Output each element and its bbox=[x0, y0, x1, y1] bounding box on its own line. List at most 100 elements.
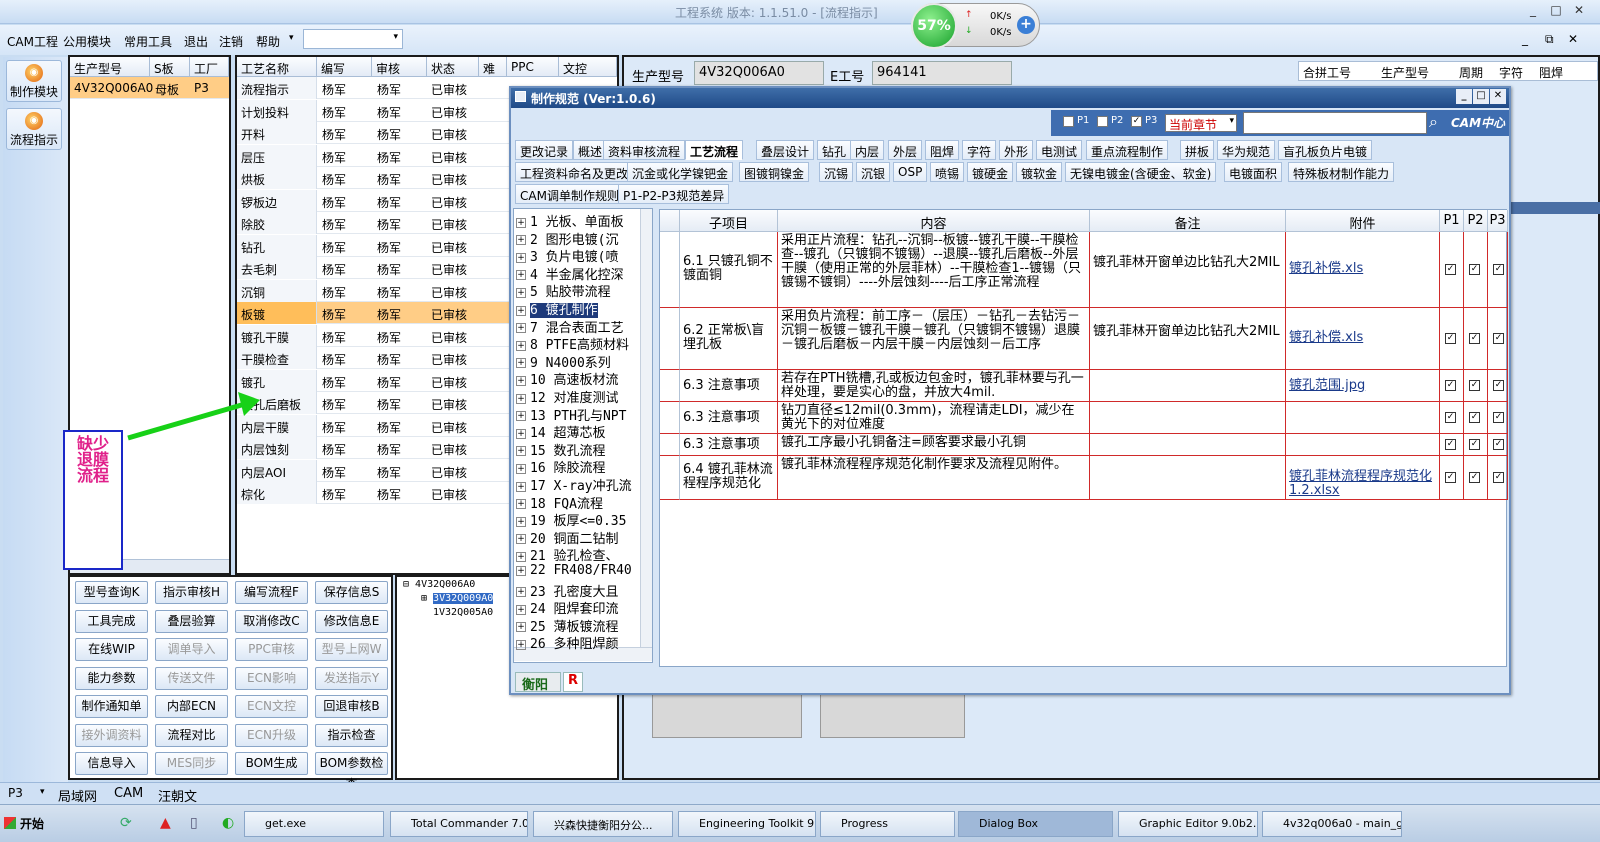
tab[interactable]: 资料审核流程 bbox=[603, 140, 686, 160]
tree-item[interactable]: +4 半金属化控深 bbox=[516, 264, 624, 283]
action-button[interactable]: ECN升级 bbox=[235, 723, 308, 747]
minimize-button[interactable]: _ bbox=[1522, 3, 1544, 20]
maximize-button[interactable]: □ bbox=[1545, 3, 1567, 20]
grid-check-cell[interactable]: ✓ bbox=[1440, 232, 1464, 308]
expand-icon[interactable]: + bbox=[516, 446, 526, 457]
tab[interactable]: 沉银 bbox=[856, 162, 891, 182]
tree-item[interactable]: +23 孔密度大且 bbox=[516, 581, 618, 600]
tree-item[interactable]: +10 高速板材流 bbox=[516, 369, 618, 388]
col-doc[interactable]: 文控 bbox=[559, 57, 617, 77]
menu-exit[interactable]: 退出 bbox=[184, 33, 208, 50]
action-button[interactable]: 工具完成 bbox=[75, 609, 148, 633]
tab[interactable]: P1-P2-P3规范差异 bbox=[618, 184, 730, 204]
plus-icon[interactable]: + bbox=[1017, 16, 1035, 34]
tree-node[interactable]: 1V32Q005A0 bbox=[433, 607, 493, 618]
tab[interactable]: 工程资料命名及更改 bbox=[515, 162, 634, 182]
expand-icon[interactable]: + bbox=[516, 516, 526, 527]
grid-check-cell[interactable]: ✓ bbox=[1488, 232, 1508, 308]
checkbox[interactable]: ✓ bbox=[1445, 333, 1456, 344]
checkbox[interactable]: ✓ bbox=[1493, 333, 1504, 344]
tree-node-selected[interactable]: ⊞ 3V32Q009A0 bbox=[421, 593, 494, 604]
tab[interactable]: 沉金或化学镍钯金 bbox=[627, 162, 734, 182]
menu-combo[interactable]: ▾ bbox=[303, 29, 403, 49]
action-button[interactable]: 型号上网W bbox=[315, 638, 388, 661]
taskbar-item[interactable]: Dialog Box bbox=[958, 811, 1113, 837]
grid-check-cell[interactable]: ✓ bbox=[1488, 456, 1508, 500]
menu-dropdown-icon[interactable]: ▾ bbox=[289, 33, 294, 43]
action-button[interactable]: 调单导入 bbox=[155, 638, 228, 661]
grid-check-cell[interactable]: ✓ bbox=[1488, 370, 1508, 402]
tab[interactable]: OSP bbox=[893, 162, 928, 182]
action-button[interactable]: 内部ECN bbox=[155, 695, 228, 718]
grid-cell[interactable] bbox=[660, 434, 680, 456]
col-writer[interactable]: 编写 bbox=[317, 57, 372, 77]
grid-check-cell[interactable]: ✓ bbox=[1464, 434, 1488, 456]
grid-check-cell[interactable]: ✓ bbox=[1488, 434, 1508, 456]
grid-cell[interactable]: 6.3 注意事项 bbox=[680, 402, 778, 434]
checkbox[interactable]: ✓ bbox=[1493, 472, 1504, 483]
p2-checkbox[interactable] bbox=[1097, 116, 1108, 127]
grid-check-cell[interactable]: ✓ bbox=[1440, 308, 1464, 370]
grid-check-cell[interactable]: ✓ bbox=[1464, 402, 1488, 434]
checkbox[interactable]: ✓ bbox=[1493, 264, 1504, 275]
tab[interactable]: 字符 bbox=[962, 140, 997, 160]
tree-root[interactable]: ⊟ 4V32Q006A0 bbox=[403, 579, 475, 590]
action-button[interactable]: 发送指示Y bbox=[315, 666, 388, 690]
action-button[interactable]: 指示审核H bbox=[155, 581, 228, 604]
checkbox[interactable]: ✓ bbox=[1469, 412, 1480, 423]
tree-item[interactable]: +7 混合表面工艺 bbox=[516, 317, 624, 336]
checkbox[interactable]: ✓ bbox=[1445, 472, 1456, 483]
tree-item[interactable]: +5 贴胶带流程 bbox=[516, 281, 611, 300]
action-button[interactable]: 流程对比 bbox=[155, 723, 228, 747]
grid-check-cell[interactable]: ✓ bbox=[1464, 456, 1488, 500]
grid-cell[interactable]: 镀孔菲林开窗单边比钻孔大2MIL bbox=[1090, 232, 1286, 308]
grid-header[interactable]: 备注 bbox=[1090, 210, 1286, 232]
grid-header[interactable]: P1 bbox=[1440, 210, 1464, 232]
grid-header[interactable]: P3 bbox=[1488, 210, 1508, 232]
search-input[interactable] bbox=[1243, 112, 1427, 134]
tree-item[interactable]: +1 光板、单面板 bbox=[516, 211, 624, 230]
grid-cell[interactable] bbox=[660, 232, 680, 308]
grid-check-cell[interactable]: ✓ bbox=[1440, 402, 1464, 434]
tab[interactable]: 概述 bbox=[573, 140, 608, 160]
tree-item[interactable]: +13 PTH孔与NPT bbox=[516, 405, 626, 424]
tab[interactable]: 拼板 bbox=[1180, 140, 1215, 160]
expand-icon[interactable]: + bbox=[516, 358, 526, 369]
tab[interactable]: 钻孔 bbox=[817, 140, 852, 160]
tree-item[interactable]: +24 阻焊套印流 bbox=[516, 598, 618, 617]
grid-cell[interactable] bbox=[1286, 434, 1440, 456]
menu-help[interactable]: 帮助 bbox=[256, 33, 280, 50]
grid-header[interactable]: 子项目 bbox=[680, 210, 778, 232]
tree-item[interactable]: +15 数孔流程 bbox=[516, 440, 605, 459]
list-box-left[interactable] bbox=[652, 694, 802, 738]
expand-icon[interactable]: + bbox=[516, 375, 526, 386]
col-factory[interactable]: 工厂 bbox=[190, 57, 229, 77]
close-button[interactable]: ✕ bbox=[1568, 3, 1590, 20]
grid-cell[interactable]: 镀孔补偿.xls bbox=[1286, 308, 1440, 370]
expand-icon[interactable]: + bbox=[516, 340, 526, 351]
action-button[interactable]: 能力参数 bbox=[75, 666, 148, 690]
tree-item[interactable]: +20 铜面二钻制 bbox=[516, 528, 618, 547]
taskbar-item[interactable]: Engineering Toolkit 9.... bbox=[678, 811, 816, 837]
grid-cell[interactable]: 镀孔菲林流程程序规范化1.2.xlsx bbox=[1286, 456, 1440, 500]
action-button[interactable]: ECN影响 bbox=[235, 666, 308, 690]
expand-icon[interactable]: + bbox=[516, 622, 526, 633]
tab[interactable]: 工艺流程 bbox=[685, 140, 744, 160]
col-process[interactable]: 工艺名称 bbox=[237, 57, 317, 77]
grid-cell[interactable]: 采用正片流程：钻孔--沉铜--板镀--镀孔干膜--干膜检查--镀孔（只镀铜不镀锡… bbox=[778, 232, 1090, 308]
grid-cell[interactable]: 镀孔工序最小孔铜备注=顾客要求最小孔铜 bbox=[778, 434, 1090, 456]
tab[interactable]: CAM调单制作规则 bbox=[515, 184, 624, 204]
expand-icon[interactable]: + bbox=[516, 499, 526, 510]
action-button[interactable]: 叠层验算 bbox=[155, 609, 228, 633]
dialog-maximize-button[interactable]: □ bbox=[1473, 89, 1489, 104]
action-button[interactable]: 制作通知单 bbox=[75, 695, 148, 718]
grid-check-cell[interactable]: ✓ bbox=[1464, 232, 1488, 308]
menu-tools[interactable]: 常用工具 bbox=[124, 33, 172, 50]
action-button[interactable]: 传送文件 bbox=[155, 666, 228, 690]
action-button[interactable]: 指示检查 bbox=[315, 723, 388, 747]
tree-item[interactable]: +19 板厚<=0.35 bbox=[516, 510, 626, 529]
grid-cell[interactable] bbox=[1090, 456, 1286, 500]
tab[interactable]: 特殊板材制作能力 bbox=[1288, 162, 1395, 182]
expand-icon[interactable]: + bbox=[516, 393, 526, 404]
tab[interactable]: 阻焊 bbox=[925, 140, 960, 160]
